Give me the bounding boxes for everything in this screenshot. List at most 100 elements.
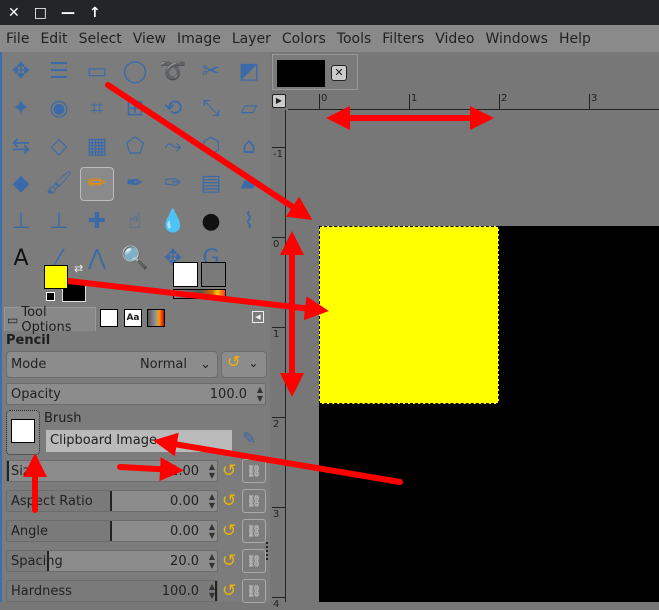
reset-icon[interactable]: ↺ (222, 552, 240, 570)
spin-icon[interactable]: ▲ ▼ (209, 522, 215, 540)
link-icon[interactable]: ⛓ (242, 549, 266, 573)
tool-handle-transform[interactable]: ⬠ (118, 129, 152, 163)
menu-select[interactable]: Select (79, 31, 122, 47)
tool-eraser[interactable]: ▰ (232, 167, 266, 201)
tool-gradient[interactable]: ◆ (4, 167, 38, 201)
tool-clone[interactable]: ⊥ (4, 204, 38, 238)
spin-icon[interactable]: ▲ ▼ (209, 552, 215, 570)
tool-flip[interactable]: ⇆ (4, 129, 38, 163)
link-icon[interactable]: ⛓ (242, 519, 266, 543)
opacity-field[interactable]: Opacity 100.0 ▲ ▼ (6, 383, 266, 405)
tool-scissors[interactable]: ✂ (194, 54, 228, 88)
menu-filters[interactable]: Filters (382, 31, 424, 47)
mode-dropdown[interactable]: Mode Normal ⌄ (6, 351, 218, 378)
tool-heal[interactable]: ✚ (80, 204, 114, 238)
tool-ellipse-select[interactable]: ◯ (118, 54, 152, 88)
menu-file[interactable]: File (6, 31, 29, 47)
spin-icon[interactable]: ▲ ▼ (209, 492, 215, 510)
tool-warp[interactable]: ⤳ (156, 129, 190, 163)
spacing-field[interactable]: Spacing 20.0 ▲ ▼ (6, 550, 218, 572)
vertical-ruler[interactable]: -1 0 1 2 3 4 (270, 110, 286, 610)
tool-n-point[interactable]: ⬡ (194, 129, 228, 163)
tool-ink[interactable]: ✑ (156, 167, 190, 201)
menu-view[interactable]: View (133, 31, 166, 47)
pattern-preview[interactable] (201, 262, 226, 287)
horizontal-ruler[interactable]: 0 1 2 3 (288, 92, 659, 110)
close-image-icon[interactable]: ✕ (331, 65, 347, 81)
tool-blur[interactable]: 💧 (156, 204, 190, 238)
reset-icon[interactable]: ↺ (222, 492, 240, 510)
rect-select-icon: ▭ (86, 58, 108, 84)
link-icon[interactable]: ⛓ (242, 579, 266, 603)
tool-mypaint[interactable]: ▤ (194, 167, 228, 201)
tool-crop[interactable]: ⌗ (80, 92, 114, 126)
tool-airbrush[interactable]: ✒ (118, 167, 152, 201)
reset-icon[interactable]: ↺ (222, 522, 240, 540)
tool-foreground-select[interactable]: ◩ (232, 54, 266, 88)
edit-brush-icon[interactable]: ✎ (242, 429, 256, 449)
tool-measure[interactable]: ⋀ (80, 242, 114, 276)
tool-paintbrush[interactable]: 🖌 (42, 167, 76, 201)
brush-name-field[interactable]: Clipboard Image (46, 430, 232, 452)
brush-button[interactable] (6, 410, 40, 455)
minimize-icon[interactable]: — (61, 5, 75, 21)
tool-pencil[interactable]: ✏ (80, 166, 114, 201)
menu-video[interactable]: Video (435, 31, 474, 47)
menu-layer[interactable]: Layer (232, 31, 271, 47)
menu-colors[interactable]: Colors (282, 31, 326, 47)
aspect-ratio-field[interactable]: Aspect Ratio 0.00 ▲ ▼ (6, 490, 218, 512)
tool-paths-lock[interactable]: ⌂ (232, 129, 266, 163)
tool-dodge[interactable]: ● (194, 204, 228, 238)
foreground-color-swatch[interactable] (44, 265, 68, 289)
close-icon[interactable]: ✕ (8, 5, 20, 21)
tool-rect-select[interactable]: ▭ (80, 54, 114, 88)
keep-above-icon[interactable]: ↑ (89, 5, 101, 21)
size-field[interactable]: Size 2.00 ▲ ▼ (6, 460, 218, 482)
tool-smudge[interactable]: ☝ (118, 204, 152, 238)
tab-fonts[interactable]: Aa (124, 309, 142, 327)
link-icon[interactable]: ⛓ (242, 489, 266, 513)
angle-field[interactable]: Angle 0.00 ▲ ▼ (6, 520, 218, 542)
tool-heal-perspective[interactable]: ⊥ (42, 204, 76, 238)
tool-perspective[interactable]: ◇ (42, 129, 76, 163)
spin-icon[interactable]: ▲ ▼ (209, 582, 215, 600)
hardness-field[interactable]: Hardness 100.0 ▲ ▼ (6, 580, 218, 602)
reset-icon[interactable]: ↺ (222, 582, 240, 600)
tab-gradients[interactable] (147, 309, 165, 327)
tab-tool-options[interactable]: ▭ Tool Options (4, 305, 96, 335)
swap-colors-icon[interactable]: ⇄ (74, 262, 83, 275)
menu-help[interactable]: Help (559, 31, 591, 47)
gradient-preview[interactable] (173, 289, 226, 299)
tool-free-select[interactable]: ➰ (156, 54, 190, 88)
link-icon[interactable]: ⛓ (242, 459, 266, 483)
tool-align[interactable]: ☰ (42, 54, 76, 88)
spin-icon[interactable]: ▲ ▼ (209, 462, 215, 480)
menu-windows[interactable]: Windows (485, 31, 548, 47)
tool-rotate[interactable]: ⟲ (156, 92, 190, 126)
maximize-icon[interactable]: □ (34, 5, 47, 21)
yellow-selection[interactable] (319, 226, 499, 404)
menu-image[interactable]: Image (177, 31, 221, 47)
tool-move[interactable]: ✥ (4, 54, 38, 88)
dock-menu-icon[interactable]: ◀ (252, 311, 264, 323)
mode-reset-button[interactable]: ↺ ⌄ (221, 351, 267, 378)
menu-edit[interactable]: Edit (40, 31, 67, 47)
tool-text[interactable]: A (4, 242, 38, 276)
tool-cage-transform[interactable]: ▦ (80, 129, 114, 163)
tool-unified-transform[interactable]: ⊞ (118, 92, 152, 126)
tab-brushes[interactable] (100, 309, 118, 327)
menu-tools[interactable]: Tools (337, 31, 372, 47)
brush-preview[interactable] (173, 262, 198, 287)
tool-fuzzy-select[interactable]: ✦ (4, 92, 38, 126)
image-tab[interactable]: ✕ (272, 54, 358, 90)
tool-zoom[interactable]: 🔍 (118, 242, 152, 276)
spin-icon[interactable]: ▲ ▼ (257, 385, 263, 403)
tool-select-by-color[interactable]: ◉ (42, 92, 76, 126)
reset-icon[interactable]: ↺ (222, 462, 240, 480)
panel-resize-handle[interactable] (266, 542, 268, 560)
quick-mask-button[interactable]: ▶ (272, 94, 286, 108)
tool-scale[interactable]: ⤡ (194, 92, 228, 126)
default-colors-icon[interactable] (46, 292, 55, 301)
tool-shear[interactable]: ▱ (232, 92, 266, 126)
tool-paths[interactable]: ⌇ (232, 204, 266, 238)
